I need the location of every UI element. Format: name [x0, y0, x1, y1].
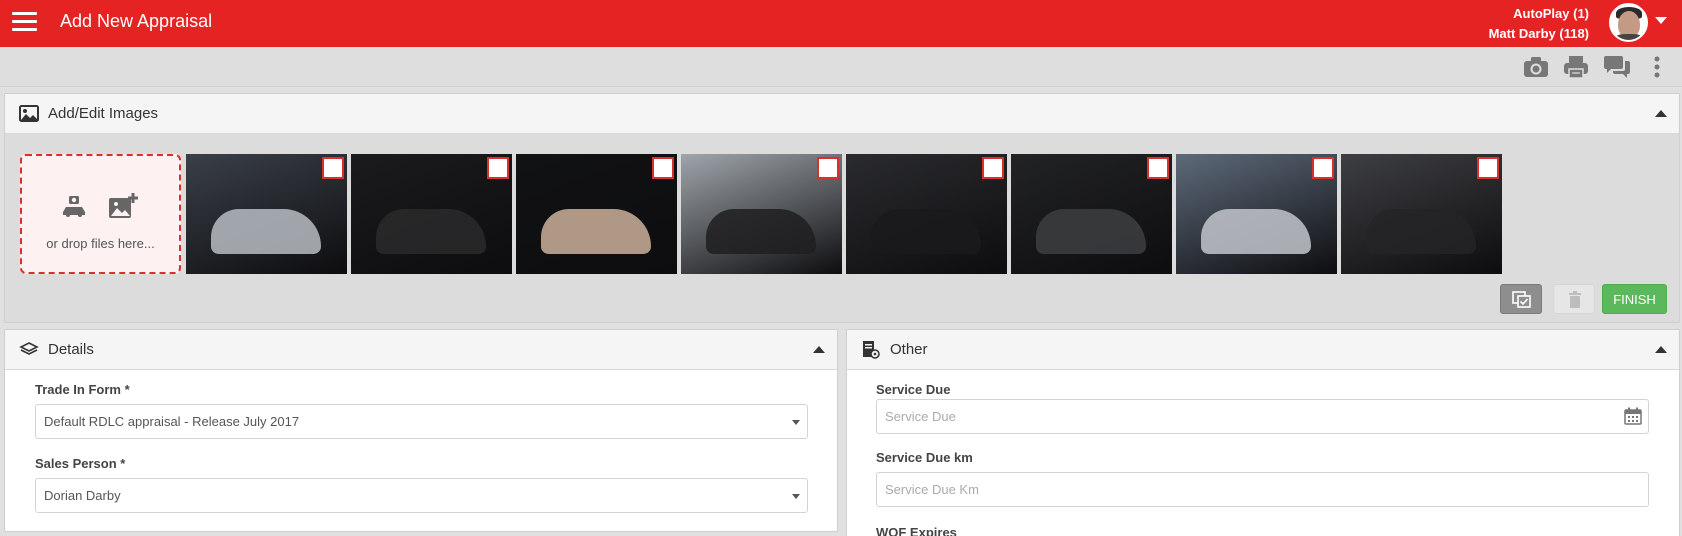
add-image-icon [108, 192, 138, 225]
delete-button[interactable] [1553, 284, 1595, 314]
dealer-name: AutoPlay (1) [1513, 6, 1589, 21]
image-thumbnail-centre-console[interactable] [1011, 154, 1172, 274]
thumbnail-subject [211, 209, 321, 254]
toolbar [0, 47, 1682, 87]
image-thumbnail-rear-seats[interactable] [1341, 154, 1502, 274]
image-icon [19, 105, 39, 123]
chat-icon[interactable] [1603, 55, 1630, 79]
user-menu-caret-icon[interactable] [1655, 17, 1667, 24]
thumbnail-select-checkbox[interactable] [652, 157, 674, 179]
camera-icon[interactable] [1523, 55, 1549, 79]
details-panel: Details Trade In Form * Default RDLC app… [4, 329, 838, 532]
thumbnail-select-checkbox[interactable] [1477, 157, 1499, 179]
image-thumbnail-car-exterior-front[interactable] [186, 154, 347, 274]
print-icon[interactable] [1563, 55, 1589, 79]
image-thumbnail-gear-shifter[interactable] [351, 154, 512, 274]
thumbnail-subject [1036, 209, 1146, 254]
service-due-km-label: Service Due km [876, 450, 973, 465]
chevron-down-icon [792, 494, 800, 499]
service-due-placeholder: Service Due [885, 409, 956, 424]
page-title: Add New Appraisal [60, 11, 213, 31]
images-body: or drop files here... FINISH [5, 134, 1679, 322]
details-panel-title: Details [48, 341, 94, 358]
trade-in-form-select[interactable]: Default RDLC appraisal - Release July 20… [35, 404, 808, 439]
layers-icon [19, 341, 39, 359]
dropzone-text: or drop files here... [46, 236, 155, 251]
trade-in-form-label: Trade In Form * [35, 382, 130, 397]
service-due-km-placeholder: Service Due Km [885, 482, 979, 497]
thumbnail-select-checkbox[interactable] [817, 157, 839, 179]
service-due-field[interactable]: Service Due [876, 399, 1649, 434]
images-panel-title: Add/Edit Images [48, 105, 159, 122]
thumbnail-select-checkbox[interactable] [1312, 157, 1334, 179]
image-thumbnail-dashboard-cockpit[interactable] [681, 154, 842, 274]
add-car-photo-icon [61, 194, 87, 223]
image-thumbnail-front-seats[interactable] [846, 154, 1007, 274]
thumbnail-subject [1366, 209, 1476, 254]
service-due-km-field[interactable]: Service Due Km [876, 472, 1649, 507]
wof-expires-label: WOF Expires [876, 525, 957, 536]
menu-icon[interactable] [12, 12, 37, 34]
other-panel-header[interactable]: Other [847, 330, 1679, 370]
image-thumbnail-steering-wheel-paddles[interactable] [516, 154, 677, 274]
collapse-details-icon[interactable] [813, 346, 825, 353]
select-all-button[interactable] [1500, 284, 1542, 314]
image-dropzone[interactable]: or drop files here... [20, 154, 181, 274]
sales-person-label: Sales Person * [35, 456, 126, 471]
thumbnail-subject [1201, 209, 1311, 254]
service-due-label: Service Due [876, 382, 951, 397]
thumbnail-select-checkbox[interactable] [982, 157, 1004, 179]
details-panel-header[interactable]: Details [5, 330, 837, 370]
thumbnail-subject [706, 209, 816, 254]
collapse-other-icon[interactable] [1655, 346, 1667, 353]
thumbnail-subject [376, 209, 486, 254]
images-panel-header[interactable]: Add/Edit Images [5, 94, 1679, 134]
thumbnail-select-checkbox[interactable] [1147, 157, 1169, 179]
other-panel: Other Service Due Service Due Service Du… [846, 329, 1680, 536]
user-info[interactable]: AutoPlay (1) Matt Darby (118) [1489, 4, 1589, 44]
user-name: Matt Darby (118) [1488, 26, 1589, 41]
image-thumbnail-car-exterior-rear[interactable] [1176, 154, 1337, 274]
document-gear-icon [861, 341, 881, 359]
app-header: Add New Appraisal AutoPlay (1) Matt Darb… [0, 0, 1682, 47]
chevron-down-icon [792, 420, 800, 425]
collapse-images-icon[interactable] [1655, 110, 1667, 117]
finish-button[interactable]: FINISH [1602, 284, 1667, 314]
images-panel: Add/Edit Images or drop files here... FI… [4, 93, 1680, 323]
sales-person-select[interactable]: Dorian Darby [35, 478, 808, 513]
thumbnail-subject [541, 209, 651, 254]
calendar-icon[interactable] [1624, 407, 1642, 428]
trade-in-form-value: Default RDLC appraisal - Release July 20… [44, 414, 300, 429]
thumbnail-select-checkbox[interactable] [487, 157, 509, 179]
more-vertical-icon[interactable] [1650, 55, 1664, 79]
thumbnail-subject [871, 209, 981, 254]
thumbnail-select-checkbox[interactable] [322, 157, 344, 179]
sales-person-value: Dorian Darby [44, 488, 121, 503]
avatar[interactable] [1609, 3, 1648, 42]
other-panel-title: Other [890, 341, 928, 358]
